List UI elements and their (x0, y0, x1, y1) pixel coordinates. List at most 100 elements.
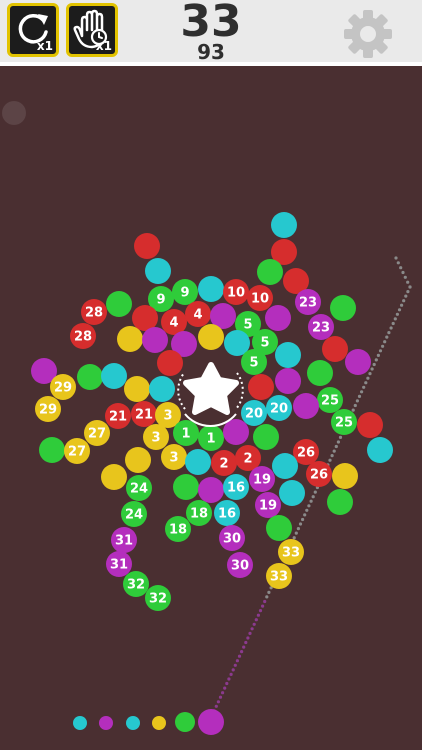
ball-cyan: 20 (241, 400, 267, 426)
ball-green (39, 437, 65, 463)
ball-red (322, 336, 348, 362)
ball-number: 26 (310, 468, 328, 483)
ball-number: 31 (115, 534, 133, 549)
ball-number: 3 (169, 451, 178, 466)
ball-cyan (275, 342, 301, 368)
ball-number: 4 (169, 316, 178, 331)
ball-number: 21 (109, 410, 127, 425)
ball-number: 27 (68, 445, 86, 460)
ball-green (307, 360, 333, 386)
ball-number: 31 (110, 558, 128, 573)
ball-number: 2 (243, 452, 252, 467)
ball-purple (198, 477, 224, 503)
ball-green: 25 (317, 387, 343, 413)
ball-number: 29 (54, 381, 72, 396)
ball-yellow (125, 447, 151, 473)
ball-red: 28 (81, 299, 107, 325)
ball-purple: 19 (249, 466, 275, 492)
ball-yellow: 3 (161, 444, 187, 470)
ball-number: 1 (181, 427, 190, 442)
ball-number: 20 (270, 402, 288, 417)
center-star (177, 362, 244, 427)
ball-cluster: 9 9 10 10 2328445 2328 55292529 21 21 3 20 202527 3 1… (31, 212, 393, 611)
ball-number: 4 (193, 308, 202, 323)
ball-green (77, 364, 103, 390)
ball-number: 2 (219, 457, 228, 472)
game-board[interactable]: 9 9 10 10 2328445 2328 55292529 21 21 3 20 202527 3 1… (0, 66, 422, 750)
ball-number: 23 (312, 321, 330, 336)
ball-cyan (367, 437, 393, 463)
ball-number: 28 (74, 330, 92, 345)
ball-purple (345, 349, 371, 375)
ball-cyan (272, 453, 298, 479)
ball-number: 1 (206, 432, 215, 447)
ball-red: 28 (70, 323, 96, 349)
ball-purple: 23 (295, 289, 321, 315)
ball-yellow: 29 (35, 396, 61, 422)
ball-yellow: 3 (143, 424, 169, 450)
ball-number: 18 (169, 523, 187, 538)
ball-cyan (101, 363, 127, 389)
ball-green: 1 (198, 425, 224, 451)
ball-purple: 30 (227, 552, 253, 578)
time-stop-powerup-button[interactable]: x1 (66, 3, 118, 57)
ball-green: 32 (123, 571, 149, 597)
ball-number: 19 (253, 473, 271, 488)
ball-number: 10 (251, 292, 269, 307)
ball-yellow: 27 (64, 438, 90, 464)
ball-green: 32 (145, 585, 171, 611)
ball-number: 27 (88, 427, 106, 442)
ball-green (257, 259, 283, 285)
ball-number: 23 (299, 296, 317, 311)
ball-number: 29 (39, 403, 57, 418)
ball-yellow: 33 (266, 563, 292, 589)
ball-number: 16 (218, 507, 236, 522)
ball-green: 5 (241, 349, 267, 375)
ball-red (157, 350, 183, 376)
queued-ball-yellow (152, 716, 166, 730)
ball-purple (293, 393, 319, 419)
ball-green (253, 424, 279, 450)
ball-yellow (101, 464, 127, 490)
ball-number: 28 (85, 306, 103, 321)
ball-number: 25 (321, 394, 339, 409)
ball-cyan (279, 480, 305, 506)
time-stop-count: x1 (95, 39, 112, 53)
ball-number: 21 (135, 408, 153, 423)
ball-purple: 30 (219, 525, 245, 551)
ball-green: 24 (121, 501, 147, 527)
ball-number: 30 (223, 532, 241, 547)
top-bar: x1 x1 33 93 (0, 0, 422, 64)
next-balls-queue (73, 709, 224, 735)
ball-cyan: 16 (223, 474, 249, 500)
ball-purple: 23 (308, 314, 334, 340)
ball-cyan (185, 449, 211, 475)
ball-yellow (124, 376, 150, 402)
ball-green (173, 474, 199, 500)
ball-number: 19 (259, 499, 277, 514)
ball-number: 26 (297, 446, 315, 461)
ball-number: 32 (127, 578, 145, 593)
ball-green: 18 (186, 500, 212, 526)
ball-cyan (149, 376, 175, 402)
ball-purple: 31 (106, 551, 132, 577)
star-icon (183, 362, 239, 415)
ball-number: 18 (190, 507, 208, 522)
ball-number: 9 (180, 286, 189, 301)
ball-number: 5 (249, 356, 258, 371)
undo-powerup-button[interactable]: x1 (7, 3, 59, 57)
settings-gear-icon[interactable] (340, 6, 396, 62)
best-score: 93 (197, 40, 225, 64)
ball-number: 10 (227, 286, 245, 301)
ball-number: 25 (335, 416, 353, 431)
ball-green (266, 515, 292, 541)
ball-red (357, 412, 383, 438)
ball-red: 26 (306, 461, 332, 487)
ball-purple: 31 (111, 527, 137, 553)
ball-number: 30 (231, 559, 249, 574)
ball-number: 5 (243, 318, 252, 333)
ball-yellow: 29 (50, 374, 76, 400)
queued-ball-purple (99, 716, 113, 730)
ball-purple (275, 368, 301, 394)
ball-purple (142, 327, 168, 353)
